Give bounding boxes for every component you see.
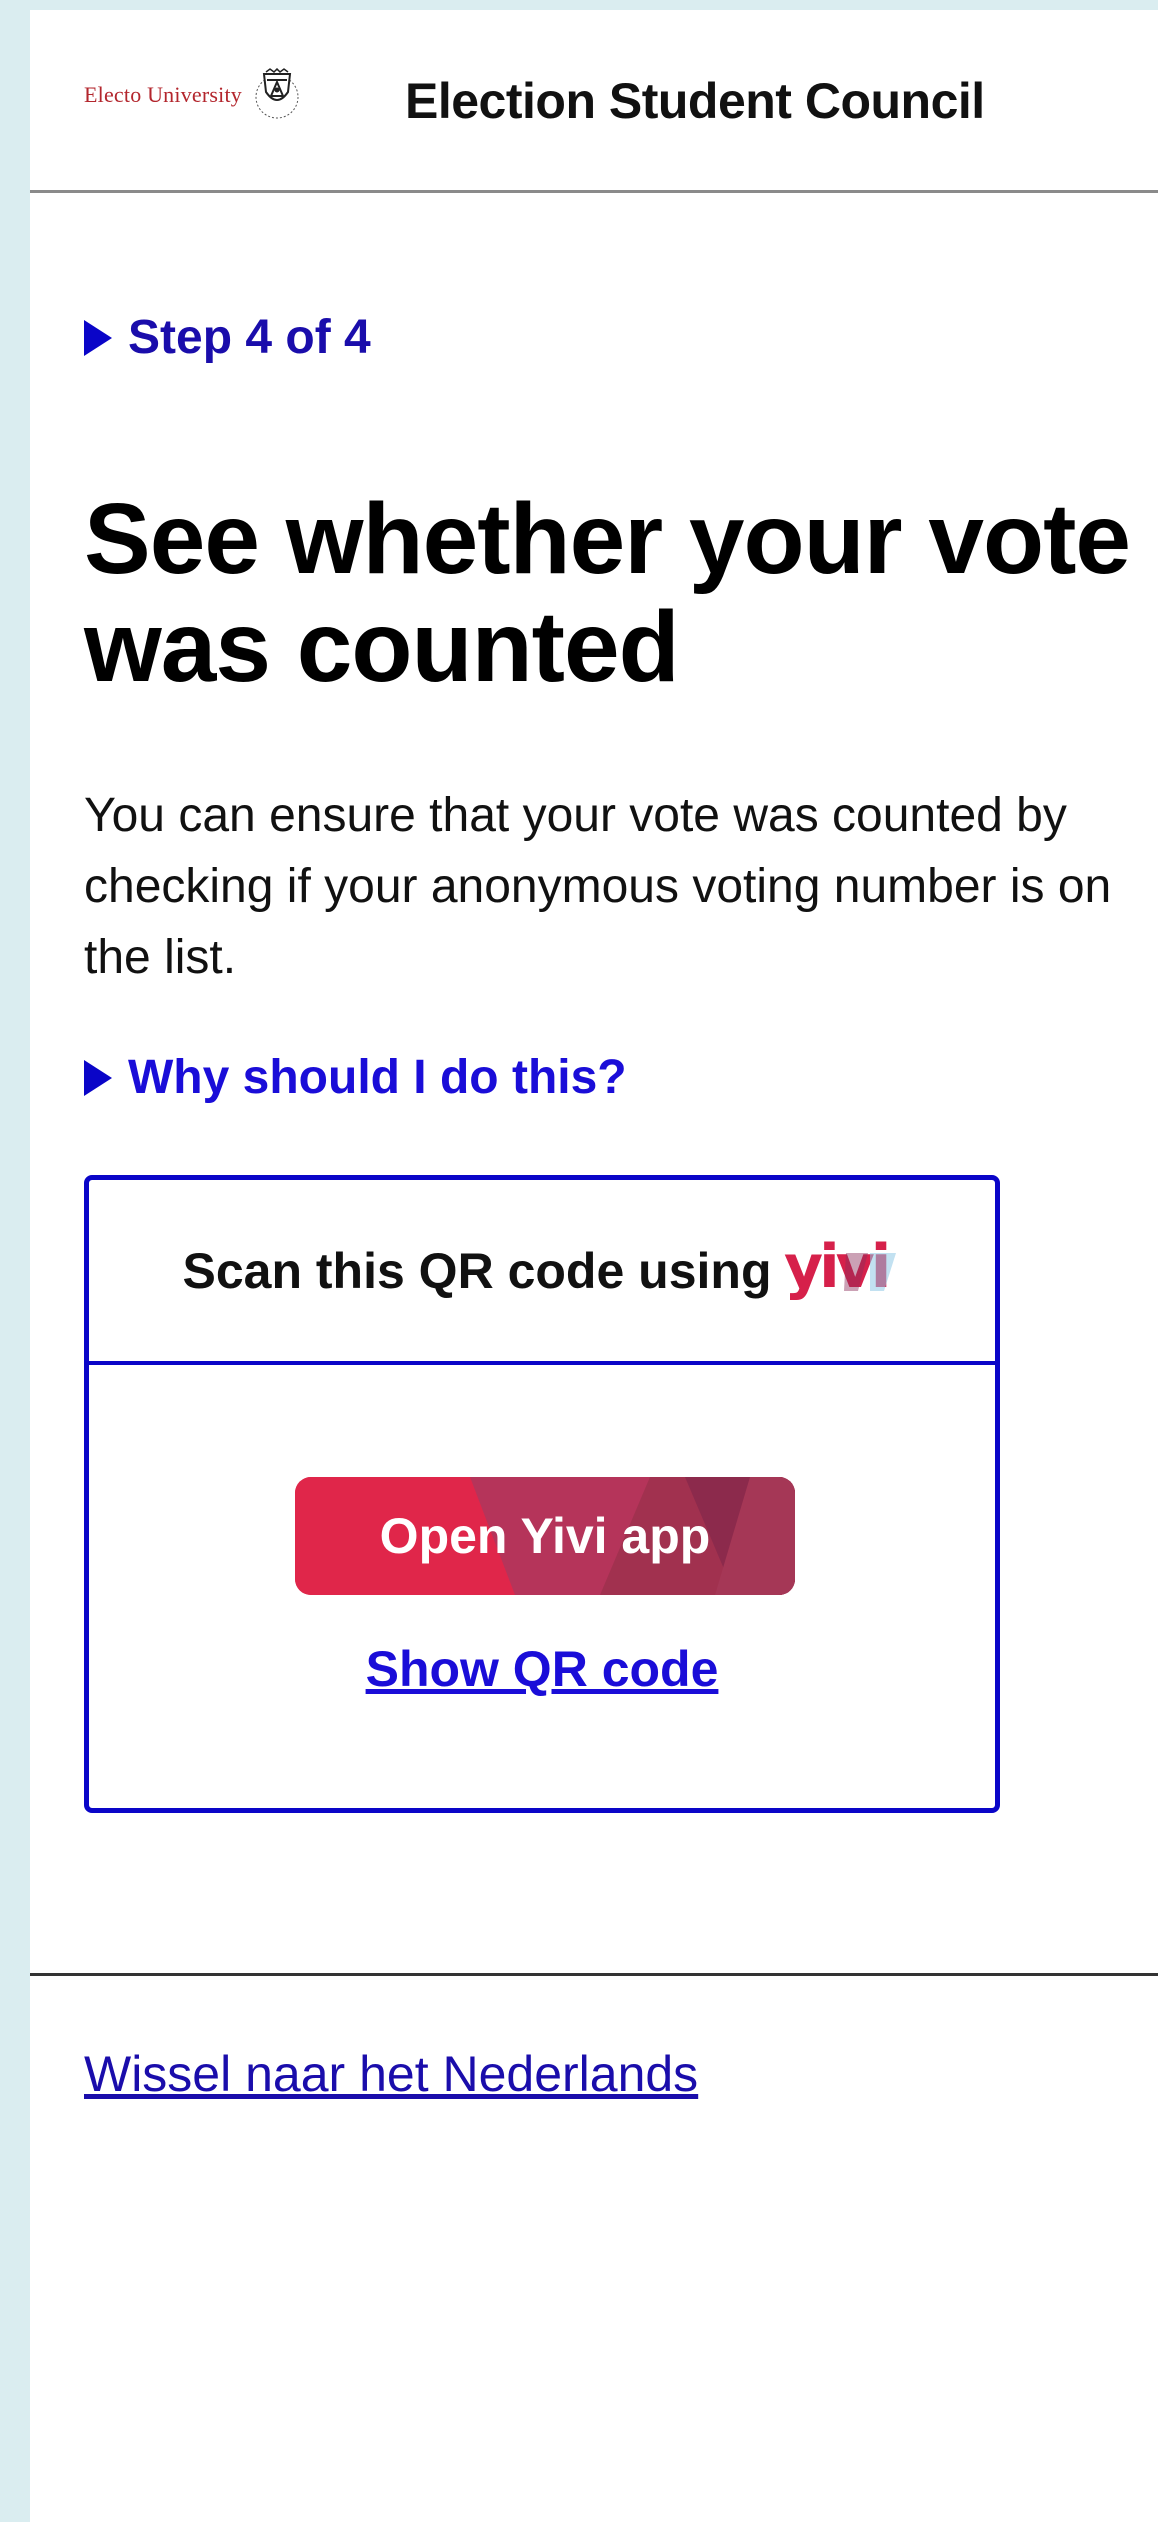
page: Electo University Election Student Counc… (30, 10, 1158, 2522)
step-indicator[interactable]: Step 4 of 4 (84, 310, 371, 365)
yivi-panel: Scan this QR code using yivi Open Yivi a… (84, 1175, 1000, 1813)
site-title: Election Student Council (405, 73, 985, 129)
triangle-right-icon (84, 319, 112, 356)
university-name: Electo University (84, 82, 242, 107)
site-header: Electo University Election Student Counc… (30, 10, 1158, 193)
open-yivi-app-button[interactable]: Open Yivi app (295, 1477, 795, 1595)
yivi-panel-header: Scan this QR code using yivi (89, 1180, 995, 1365)
language-switch-link[interactable]: Wissel naar het Nederlands (84, 2045, 698, 2103)
why-disclosure[interactable]: Why should I do this? (84, 1050, 627, 1105)
open-yivi-app-label: Open Yivi app (379, 1508, 711, 1564)
university-crest-icon (255, 68, 299, 119)
scan-prompt: Scan this QR code using (182, 1242, 772, 1299)
page-title: See whether your vote was counted (84, 483, 1131, 703)
yivi-logo-icon: yivi (784, 1239, 896, 1302)
triangle-right-icon (84, 1059, 112, 1096)
footer-divider (30, 1973, 1158, 1976)
university-logo[interactable]: Electo University (84, 68, 302, 122)
step-label: Step 4 of 4 (128, 311, 371, 364)
show-qr-code-link[interactable]: Show QR code (89, 1640, 995, 1698)
why-disclosure-label: Why should I do this? (128, 1051, 627, 1104)
intro-text: You can ensure that your vote was counte… (84, 789, 1112, 984)
